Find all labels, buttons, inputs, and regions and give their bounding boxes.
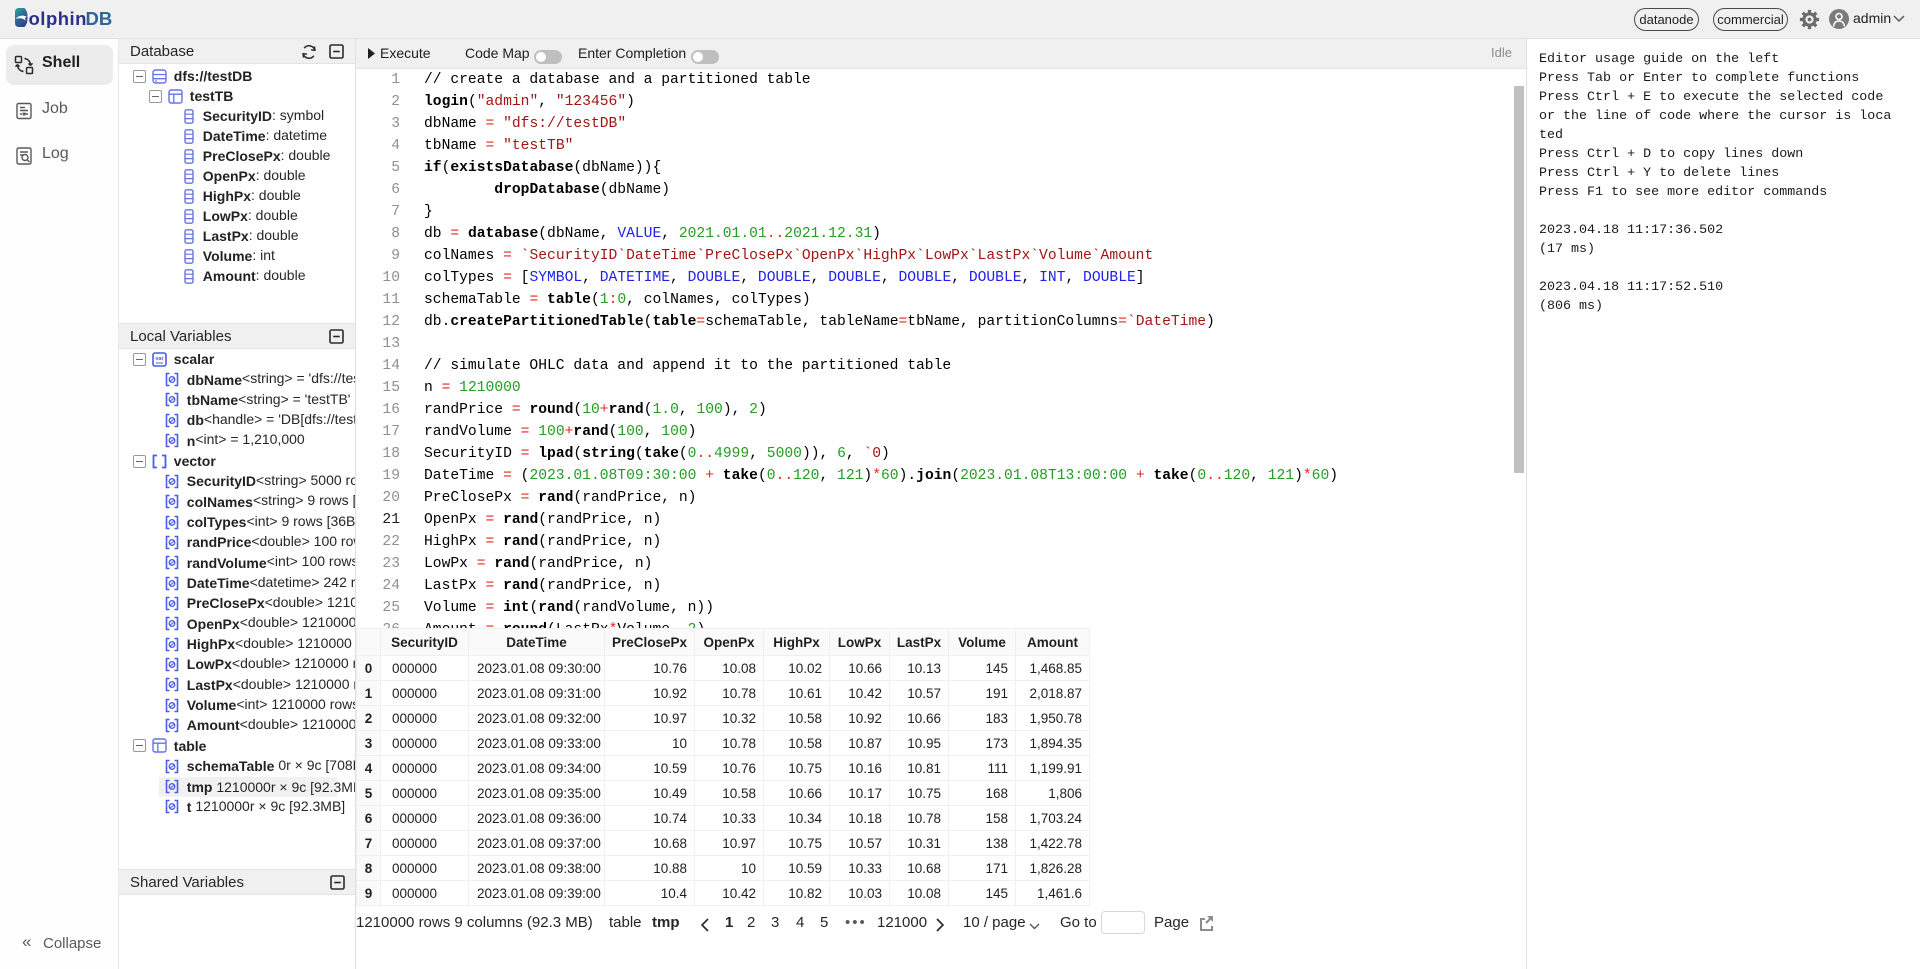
svg-text:olphin: olphin (29, 8, 87, 28)
svg-text:DB: DB (86, 8, 113, 28)
